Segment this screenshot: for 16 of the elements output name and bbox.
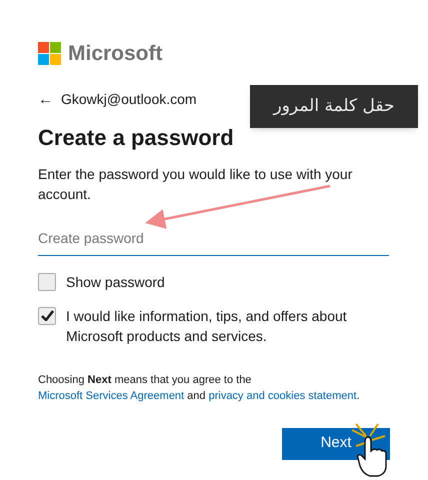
checkbox[interactable] xyxy=(38,272,56,290)
password-field[interactable]: Create password xyxy=(38,222,389,256)
legal-link[interactable]: privacy and cookies statement xyxy=(208,390,357,402)
checkbox[interactable] xyxy=(38,306,56,324)
checkbox-label: Show password xyxy=(66,272,165,292)
logo-icon xyxy=(38,42,61,65)
description-text: Enter the password you would like to use with your account. xyxy=(38,164,354,204)
checkbox-label: I would like information, tips, and offers about Microsoft products and services. xyxy=(66,306,348,346)
annotation-label: حقل كلمة المرور xyxy=(250,85,418,128)
legal-link[interactable]: Microsoft Services Agreement xyxy=(38,390,184,402)
back-button[interactable]: ← xyxy=(38,92,53,107)
page-heading: Create a password xyxy=(38,124,235,152)
account-email: Gkowkj@outlook.com xyxy=(61,90,197,109)
hand-cursor-icon xyxy=(351,423,387,477)
brand-name: Microsoft xyxy=(68,43,162,64)
legal-text: Choosing Next means that you agree to the Microsoft Services Agreement and privacy and cookies statement. xyxy=(38,372,361,404)
